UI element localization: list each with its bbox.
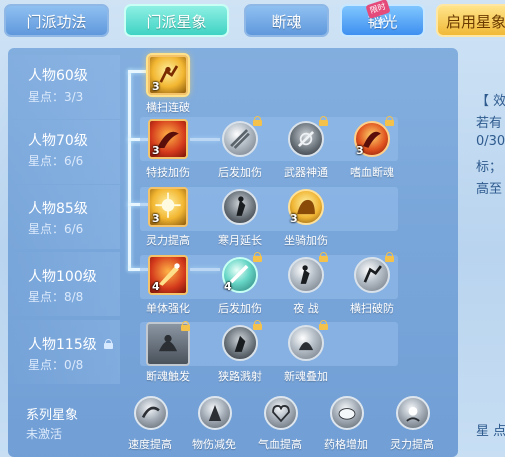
lock-icon [181,321,190,331]
star-node-skill-damage[interactable]: 3 [148,119,188,159]
lock-icon [319,320,328,330]
tab-label: 门派星象 [146,13,207,31]
tab-sect-stars[interactable]: 门派星象 [124,4,229,37]
series-status: 未激活 [26,427,63,441]
node-label: 灵力提高 [146,234,190,247]
lock-icon [385,116,394,126]
hp-icon [272,405,290,423]
counter-damage-icon [230,129,250,149]
night-fight-icon [300,265,310,284]
row-points-70: 星点：6/6 [28,154,84,168]
star-node-sweep-armor[interactable] [352,252,394,295]
enable-stars-button[interactable]: 启用星象 [436,4,505,37]
node-label: 断魂触发 [146,370,190,383]
star-node-counter-damage-2[interactable]: 4 [220,252,262,295]
series-label: 气血提高 [258,438,302,451]
node-label: 狭路溅射 [218,370,262,383]
info-progress: 0/30 [476,134,505,149]
series-label: 物伤减免 [192,438,236,451]
tree-connector [128,70,131,270]
tree-connector [128,70,148,73]
row-title-85: 人物85级 [28,201,88,217]
series-phys-reduce[interactable] [198,396,238,436]
node-level: 3 [152,212,160,225]
node-label: 武器神通 [284,166,328,179]
node-label: 横扫连破 [146,101,190,114]
splash-icon [234,335,246,352]
row-title-70: 人物70级 [28,133,88,149]
series-spirit[interactable] [396,396,436,436]
star-node-splash[interactable] [220,320,262,363]
row-title-115: 人物115级 [28,337,97,353]
info-line: 高至 [476,182,503,197]
row-points-60: 星点：3/3 [28,90,84,104]
node-level: 4 [152,280,160,293]
node-label: 后发加伤 [218,302,262,315]
phys-reduce-icon [208,405,222,421]
lock-icon [253,320,262,330]
sweep-armor-icon [363,265,382,283]
star-node-sweep-break[interactable]: 3 [148,55,188,95]
row-title-60: 人物60级 [28,68,88,84]
node-level: 3 [290,212,298,225]
lock-icon [253,252,262,262]
series-speed[interactable] [134,396,174,436]
potion-icon [338,408,356,420]
tab-duanhun[interactable]: 断魂 [244,4,329,37]
tab-label: 启用星象 [446,13,505,31]
info-line: 若有 [476,116,503,131]
spirit-icon [406,406,420,422]
node-level: 4 [224,280,232,293]
lock-icon [253,116,262,126]
node-label: 坐骑加伤 [284,234,328,247]
series-potion[interactable] [330,396,370,436]
star-node-bloodthirst[interactable]: 3 [352,116,394,159]
star-node-night-fight[interactable] [286,252,328,295]
node-level: 3 [152,144,160,157]
star-node-single-target[interactable]: 4 [148,255,188,295]
series-hp[interactable] [264,396,304,436]
lock-icon [319,116,328,126]
cold-moon-icon [236,196,246,216]
node-label: 夜 战 [293,302,319,315]
node-label: 横扫破防 [350,302,394,315]
row-title-100: 人物100级 [28,269,97,285]
star-node-counter-damage[interactable] [220,116,262,159]
star-node-weapon-power[interactable] [286,116,328,159]
info-line: 标； [476,160,503,175]
node-level: 3 [356,144,364,157]
weapon-power-icon [297,130,315,148]
tab-label: 断魂 [271,13,302,31]
speed-icon [141,406,160,419]
row-points-85: 星点：6/6 [28,222,84,236]
series-title: 系列星象 [26,408,79,423]
info-line: 【 效 [476,94,505,109]
node-level: 3 [152,80,160,93]
star-node-mount-damage[interactable]: 3 [286,187,326,227]
info-star-points: 星 点 [476,424,505,439]
series-label: 速度提高 [128,438,172,451]
tab-sect-skills[interactable]: 门派功法 [4,4,109,37]
node-label: 后发加伤 [218,166,262,179]
star-node-spirit-boost[interactable]: 3 [148,187,188,227]
star-node-soul-trigger[interactable] [146,321,190,366]
lock-icon [385,252,394,262]
node-label: 新魂叠加 [284,370,328,383]
row-lock-icon [104,339,113,349]
star-node-soul-stack[interactable] [286,320,328,363]
right-info-panel: 【 效 若有 0/30 标； 高至 星 点 [466,80,505,457]
tab-label: 门派功法 [26,13,87,31]
row-points-115: 星点：0/8 [28,358,84,372]
lock-icon [319,252,328,262]
series-label: 药格增加 [324,438,368,451]
node-label: 单体强化 [146,302,190,315]
node-label: 寒月延长 [218,234,262,247]
node-label: 嗜血断魂 [350,166,394,179]
node-label: 特技加伤 [146,166,190,179]
series-label: 灵力提高 [390,438,434,451]
row-points-100: 星点：8/8 [28,290,84,304]
tab-bar: 门派功法 门派星象 断魂 韬光 限时中 启用星象 [0,0,505,46]
star-node-cold-moon[interactable] [220,187,260,227]
soul-stack-icon [298,342,314,351]
